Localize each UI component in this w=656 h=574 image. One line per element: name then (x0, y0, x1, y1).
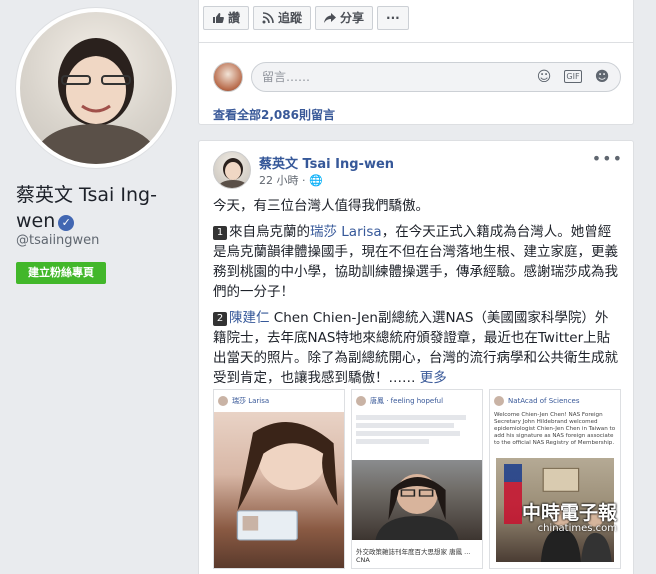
see-more-link[interactable]: 更多 (420, 370, 447, 386)
number-1-icon: 1 (213, 226, 227, 240)
profile-handle[interactable]: @tsaiingwen (16, 233, 99, 248)
larisa-link[interactable]: 瑞莎 Larisa (310, 224, 382, 240)
post-paragraph-2: 2 陳建仁 Chen Chien-Jen副總統入選NAS（美國國家科學院）外籍院士… (213, 308, 621, 388)
post-author-link[interactable]: 蔡英文 Tsai Ing-wen (259, 153, 394, 172)
view-all-comments-link[interactable]: 查看全部2,086則留言 (213, 106, 335, 123)
post-card: 蔡英文 Tsai Ing-wen 22 小時 · 🌐 ••• 今天，有三位台灣人… (198, 140, 634, 574)
larisa-photo (214, 412, 344, 568)
gif-icon[interactable]: GIF (564, 70, 582, 83)
watermark-sub: chinatimes.com (537, 523, 617, 534)
image-2-text (352, 415, 482, 444)
share-arrow-icon (324, 13, 337, 23)
profile-column: 蔡英文 Tsai Ing-wen ✓ @tsaiingwen 建立粉絲專頁 (0, 0, 190, 574)
image-3-text: Welcome Chien-Jen Chen! NAS Foreign Secr… (494, 412, 616, 446)
comment-tools: ☺ GIF ☻ (536, 69, 610, 85)
image-3-author: NatAcad of Sciences (508, 397, 580, 405)
post-image-1[interactable]: 瑞莎 Larisa (213, 389, 345, 569)
number-2-icon: 2 (213, 312, 227, 326)
profile-avatar[interactable] (16, 8, 176, 168)
chen-chien-jen-link[interactable]: 陳建仁 (229, 310, 270, 326)
comment-composer: 留言…… ☺ GIF ☻ (213, 62, 621, 94)
image-2-caption: 外交政策雜誌刊年度百大思想家 唐鳳 ... CNA (356, 548, 471, 564)
profile-photo (30, 38, 162, 164)
audrey-tang-photo (352, 460, 482, 540)
comment-input[interactable]: 留言…… ☺ GIF ☻ (251, 62, 621, 92)
author-avatar[interactable] (213, 151, 251, 189)
create-page-button[interactable]: 建立粉絲專頁 (16, 262, 106, 284)
post-time-text: 22 小時 · (259, 174, 309, 187)
thumbs-up-icon (213, 13, 224, 23)
p1-text-a: 來自烏克蘭的 (229, 224, 310, 240)
profile-name-text: 蔡英文 Tsai Ing-wen (16, 184, 157, 232)
more-options-button[interactable]: ··· (377, 6, 409, 30)
sticker-icon[interactable]: ☻ (594, 69, 610, 85)
image-2-author: 唐鳳 · feeling hopeful (370, 397, 444, 405)
follow-label: 追蹤 (278, 11, 303, 25)
watermark-logo: 中時電子報 chinatimes.com (499, 498, 617, 534)
post-image-3[interactable]: NatAcad of Sciences Welcome Chien-Jen Ch… (489, 389, 621, 569)
image-1-avatar (218, 396, 228, 406)
divider (199, 42, 633, 43)
verified-badge-icon: ✓ (58, 215, 75, 231)
post-timestamp[interactable]: 22 小時 · 🌐 (259, 172, 323, 188)
post-intro: 今天，有三位台灣人值得我們驕傲。 (213, 198, 429, 214)
share-label: 分享 (340, 11, 365, 25)
action-bar: 讚 追蹤 分享 ··· (203, 6, 409, 30)
larisa-illustration (236, 421, 338, 541)
post-body: 今天，有三位台灣人值得我們驕傲。 1 來自烏克蘭的瑞莎 Larisa，在今天正式入… (213, 196, 621, 394)
post-image-2[interactable]: 唐鳳 · feeling hopeful 外交政策雜誌刊年度百大思想家 唐鳳 .… (351, 389, 483, 569)
watermark-main: 中時電子報 (521, 502, 617, 524)
author-photo (216, 158, 250, 188)
post-images: 瑞莎 Larisa 唐鳳 · feeling hopeful 外交政策雜誌刊年度… (213, 389, 621, 569)
image-2-header: 唐鳳 · feeling hopeful (352, 390, 482, 412)
image-3-avatar (494, 396, 504, 406)
profile-name[interactable]: 蔡英文 Tsai Ing-wen ✓ (16, 182, 186, 234)
more-options-label: ··· (386, 11, 400, 25)
post-options-icon[interactable]: ••• (592, 149, 623, 168)
image-2-avatar (356, 396, 366, 406)
globe-icon: 🌐 (308, 174, 323, 187)
image-3-header: NatAcad of Sciences (490, 390, 620, 412)
image-1-author: 瑞莎 Larisa (232, 397, 270, 405)
audrey-illustration (375, 474, 459, 540)
share-button[interactable]: 分享 (315, 6, 374, 30)
post-footer-card: 讚 追蹤 分享 ··· 留言…… ☺ GIF ☻ 查看全部2,086則留言 (198, 0, 634, 125)
image-1-header: 瑞莎 Larisa (214, 390, 344, 412)
like-button[interactable]: 讚 (203, 6, 250, 30)
like-label: 讚 (228, 11, 241, 25)
p2-text-b: Chen Chien-Jen副總統入選NAS（美國國家科學院）外籍院士，去年底N… (213, 310, 618, 386)
emoji-icon[interactable]: ☺ (536, 69, 552, 85)
post-paragraph-1: 1 來自烏克蘭的瑞莎 Larisa，在今天正式入籍成為台灣人。她曾經是烏克蘭韻律體… (213, 222, 621, 302)
commenter-avatar (213, 62, 243, 92)
comment-placeholder: 留言…… (262, 70, 311, 84)
follow-button[interactable]: 追蹤 (253, 6, 312, 30)
rss-icon (262, 12, 274, 24)
